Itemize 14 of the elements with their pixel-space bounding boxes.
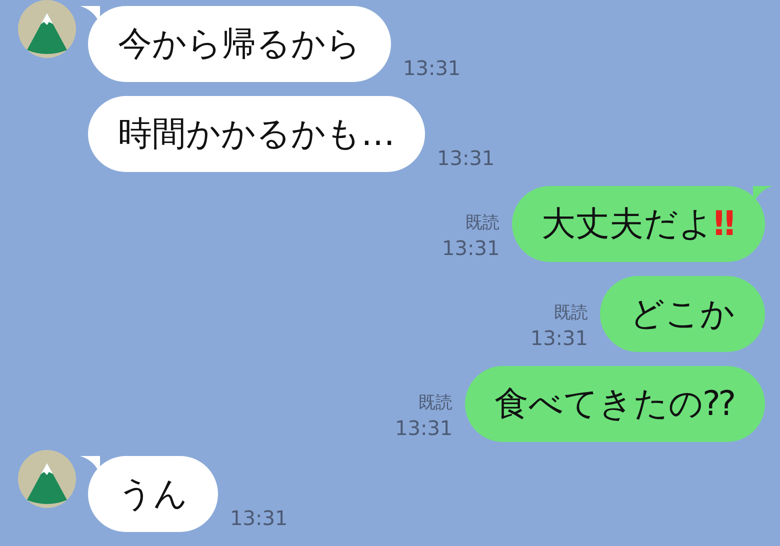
avatar	[18, 450, 76, 508]
message-time: 13:31	[442, 236, 500, 260]
message-time: 13:31	[530, 326, 588, 350]
message-time: 13:31	[230, 506, 288, 530]
message-bubble: 時間かかるかも…	[88, 96, 425, 172]
message-time: 13:31	[395, 416, 453, 440]
message-time: 13:31	[437, 146, 495, 170]
read-label: 既読	[466, 212, 500, 234]
read-label: 既読	[418, 392, 453, 414]
read-label: 既読	[554, 302, 588, 324]
message-bubble: 食べてきたの⁇	[464, 366, 765, 442]
message-bubble: どこか	[600, 276, 765, 352]
message-time: 13:31	[403, 56, 461, 80]
avatar	[18, 0, 76, 58]
